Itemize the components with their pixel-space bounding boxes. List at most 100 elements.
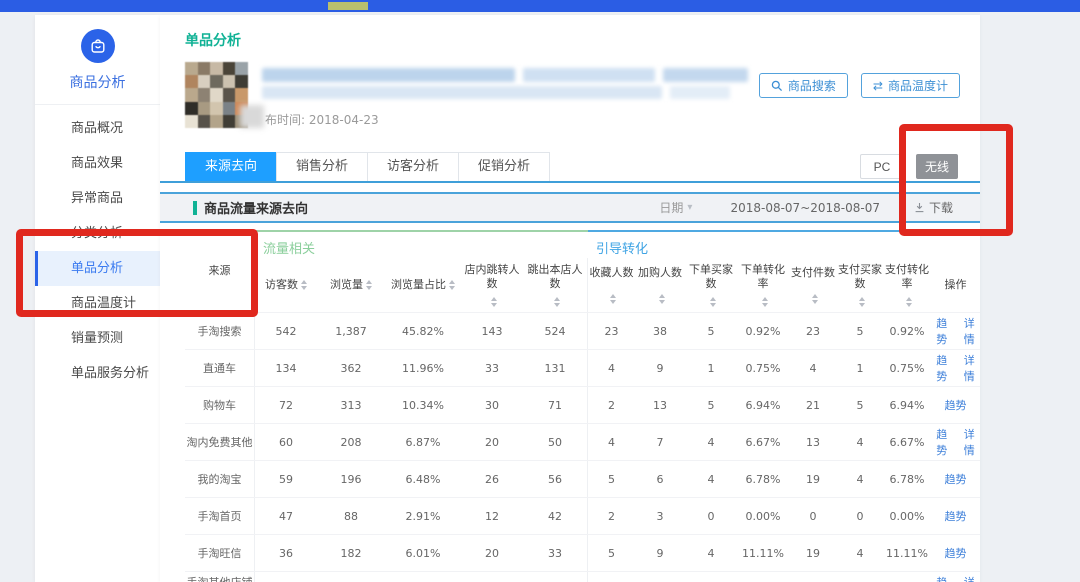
trend-link[interactable]: 趋势 <box>945 397 967 413</box>
table-row: 直通车13436211.96%331314910.75%410.75%趋势详情 <box>185 349 980 386</box>
tab-promotion-analysis[interactable]: 促销分析 <box>458 152 550 181</box>
column-header[interactable]: 支付买家数 <box>837 258 883 312</box>
sidebar-item-category-analysis[interactable]: 分类分析 <box>35 216 160 251</box>
value-cell: 5 <box>685 313 737 349</box>
column-header[interactable]: 支付转化率 <box>883 258 931 312</box>
sort-icon[interactable] <box>859 297 865 307</box>
detail-link[interactable]: 详情 <box>959 352 981 384</box>
value-cell: 6.87% <box>385 424 461 460</box>
pc-toggle-button[interactable]: PC <box>860 154 904 179</box>
column-header[interactable]: 跳出本店人数 <box>523 258 588 312</box>
browser-topbar <box>0 0 1080 12</box>
value-cell: 6.94% <box>737 387 789 423</box>
value-cell: 1 <box>837 350 883 386</box>
sidebar-item-single-item-service-analysis[interactable]: 单品服务分析 <box>35 356 160 391</box>
product-thermometer-button[interactable]: ⇄ 商品温度计 <box>861 73 960 98</box>
actions-cell: 趋势 <box>931 498 980 534</box>
column-header[interactable]: 浏览量占比 <box>385 258 461 312</box>
column-header[interactable]: 店内跳转人数 <box>461 258 523 312</box>
value-cell: 30 <box>461 387 523 423</box>
trend-link[interactable]: 趋势 <box>931 426 953 458</box>
tab-sales-analysis[interactable]: 销售分析 <box>276 152 368 181</box>
detail-link[interactable]: 详情 <box>959 426 981 458</box>
source-cell: 淘内免费其他 <box>185 424 255 460</box>
value-cell: 6.78% <box>883 461 931 497</box>
value-cell: 2 <box>588 387 635 423</box>
sort-icon[interactable] <box>366 280 372 290</box>
detail-link[interactable]: 详情 <box>959 574 981 582</box>
sidebar-item-product-effect[interactable]: 商品效果 <box>35 146 160 181</box>
sidebar-item-product-overview[interactable]: 商品概况 <box>35 111 160 146</box>
trend-link[interactable]: 趋势 <box>931 315 953 347</box>
value-cell: 60 <box>255 424 317 460</box>
trend-link[interactable]: 趋势 <box>945 545 967 561</box>
wireless-toggle-button[interactable]: 无线 <box>916 154 958 179</box>
sort-icon[interactable] <box>906 297 912 307</box>
value-cell: 9 <box>635 350 685 386</box>
value-cell: 2 <box>588 498 635 534</box>
sort-down-icon <box>859 303 865 307</box>
download-button[interactable]: 下载 <box>914 199 953 216</box>
tab-source-destination[interactable]: 来源去向 <box>185 152 277 181</box>
column-header[interactable]: 下单买家数 <box>685 258 737 312</box>
sort-icon[interactable] <box>449 280 455 290</box>
value-cell: 143 <box>461 313 523 349</box>
swap-icon: ⇄ <box>873 80 883 92</box>
trend-link[interactable]: 趋势 <box>931 574 953 582</box>
sort-icon[interactable] <box>659 294 665 304</box>
column-label: 店内跳转人数 <box>462 263 522 293</box>
value-cell: 0 <box>685 498 737 534</box>
value-cell: 6.78% <box>737 461 789 497</box>
column-group-conversion: 引导转化 <box>588 230 980 258</box>
tab-visitor-analysis[interactable]: 访客分析 <box>367 152 459 181</box>
sort-down-icon <box>449 286 455 290</box>
actions-cell: 趋势 <box>931 461 980 497</box>
value-cell: 24 <box>255 572 317 582</box>
sort-icon[interactable] <box>491 297 497 307</box>
value-cell: 26 <box>461 461 523 497</box>
trend-link[interactable]: 趋势 <box>945 471 967 487</box>
sort-icon[interactable] <box>710 297 716 307</box>
trend-link[interactable]: 趋势 <box>945 508 967 524</box>
sidebar-item-sales-forecast[interactable]: 销量预测 <box>35 321 160 356</box>
sort-icon[interactable] <box>812 294 818 304</box>
column-header[interactable]: 收藏人数 <box>588 258 635 312</box>
sort-icon[interactable] <box>610 294 616 304</box>
detail-link[interactable]: 详情 <box>959 315 981 347</box>
sort-icon[interactable] <box>301 280 307 290</box>
actions-cell: 趋势详情 <box>931 424 980 460</box>
value-cell: 36 <box>255 535 317 571</box>
column-header[interactable]: 访客数 <box>255 258 317 312</box>
column-header[interactable]: 加购人数 <box>635 258 685 312</box>
value-cell: 6.01% <box>385 535 461 571</box>
value-cell: 6 <box>635 461 685 497</box>
value-cell: 23 <box>523 572 588 582</box>
sidebar-item-single-item-analysis[interactable]: 单品分析 <box>35 251 160 286</box>
value-cell: 1,387 <box>317 313 385 349</box>
filter-bar: 商品流量来源去向 日期 ▾ 2018-08-07~2018-08-07 下载 <box>160 192 980 223</box>
value-cell: 196 <box>317 461 385 497</box>
actions-cell: 趋势详情 <box>931 313 980 349</box>
value-cell: 131 <box>523 350 588 386</box>
value-cell: 0 <box>685 572 737 582</box>
sort-icon[interactable] <box>554 297 560 307</box>
value-cell: 4 <box>837 535 883 571</box>
column-header[interactable]: 浏览量 <box>317 258 385 312</box>
actions-cell: 趋势 <box>931 535 980 571</box>
sidebar-item-product-thermometer[interactable]: 商品温度计 <box>35 286 160 321</box>
date-filter-label: 日期 <box>659 199 683 216</box>
value-cell: 5 <box>588 535 635 571</box>
value-cell: 5 <box>837 387 883 423</box>
date-range-picker[interactable]: 2018-08-07~2018-08-07 <box>730 201 880 215</box>
value-cell: 88 <box>317 498 385 534</box>
date-filter-dropdown[interactable]: 日期 ▾ <box>659 199 692 216</box>
column-header-action: 操作 <box>931 258 980 312</box>
value-cell: 134 <box>255 350 317 386</box>
trend-link[interactable]: 趋势 <box>931 352 953 384</box>
sidebar-item-abnormal-products[interactable]: 异常商品 <box>35 181 160 216</box>
column-header[interactable]: 支付件数 <box>789 258 837 312</box>
sort-down-icon <box>301 286 307 290</box>
column-header[interactable]: 下单转化率 <box>737 258 789 312</box>
sort-down-icon <box>710 303 716 307</box>
sort-icon[interactable] <box>762 297 768 307</box>
